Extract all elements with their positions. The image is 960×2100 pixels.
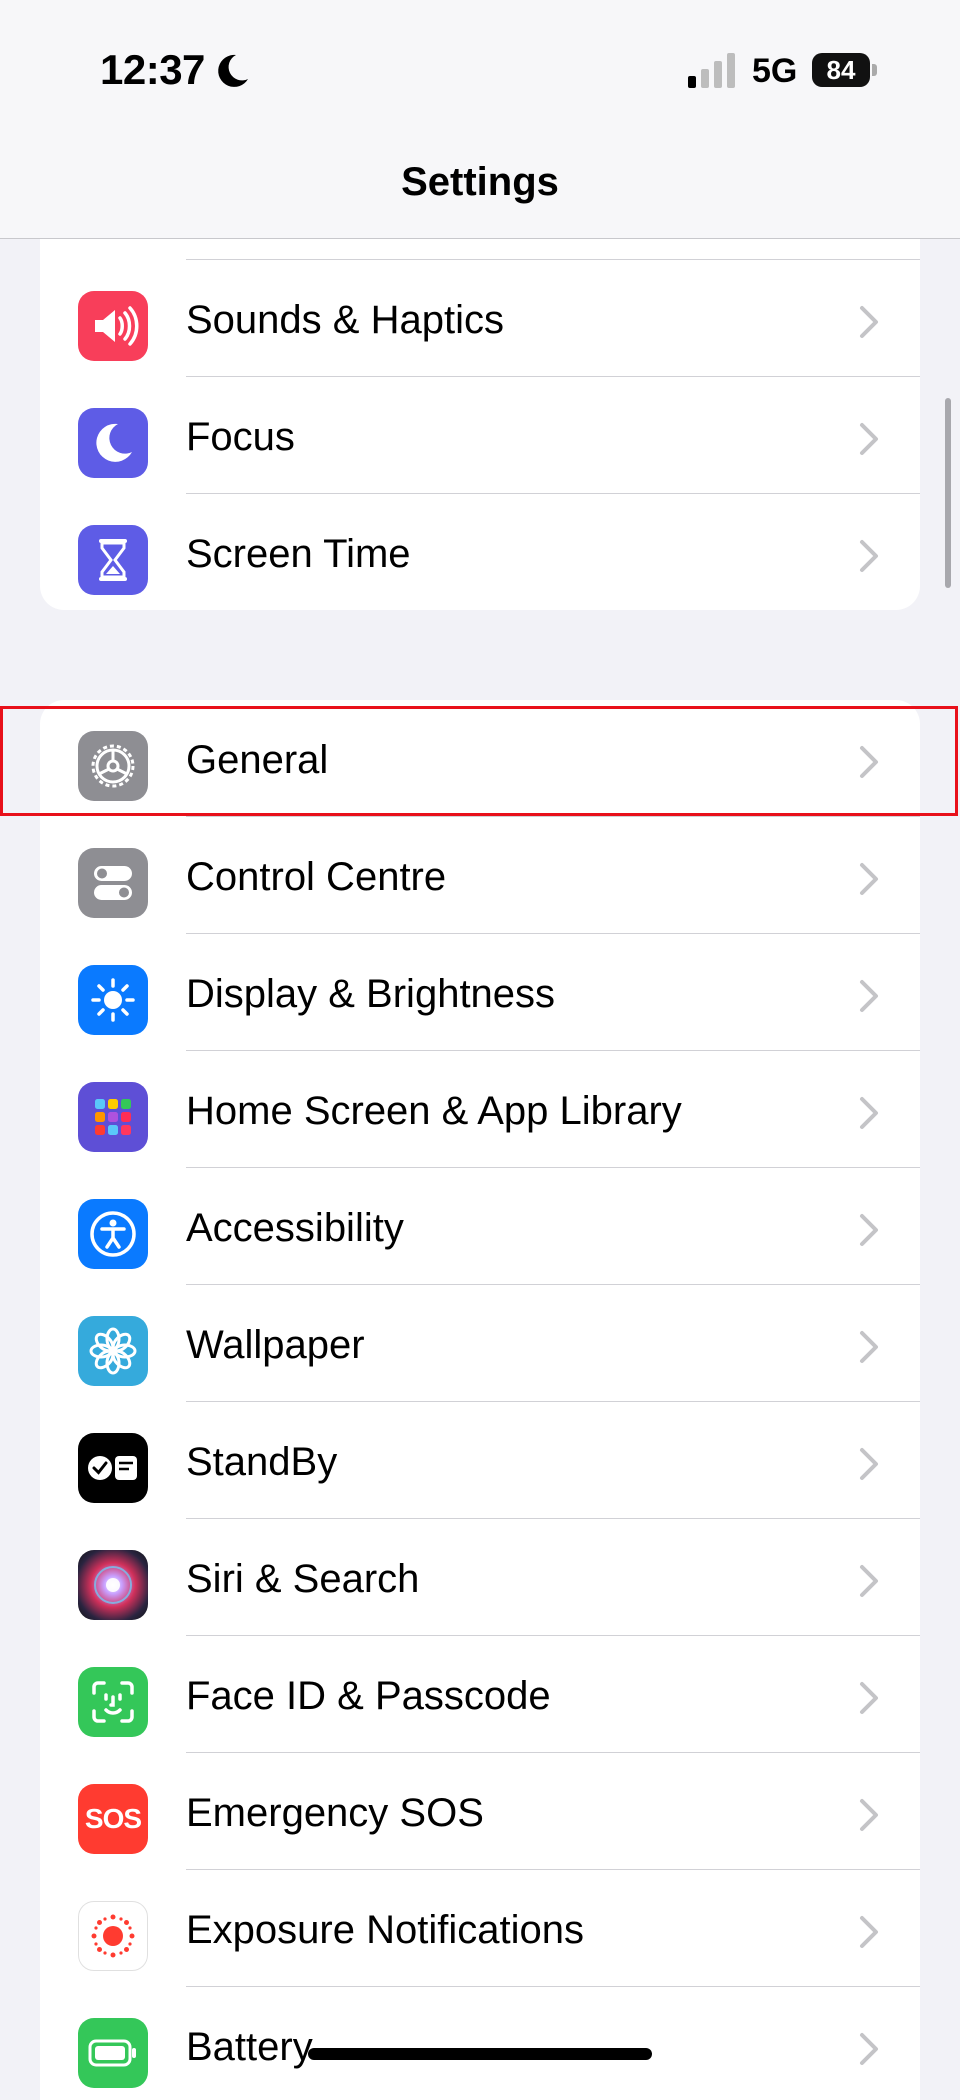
sidebar-item-wallpaper[interactable]: Wallpaper [40,1285,920,1402]
sos-icon: SOS [78,1784,148,1854]
chevron-right-icon [860,1799,878,1831]
sidebar-item-accessibility[interactable]: Accessibility [40,1168,920,1285]
item-label: Battery [186,2025,313,2069]
item-label: Face ID & Passcode [186,1674,551,1718]
chevron-right-icon [860,1448,878,1480]
item-label: Wallpaper [186,1323,365,1367]
cellular-signal-icon [688,53,735,88]
chevron-right-icon [860,980,878,1012]
item-label: StandBy [186,1440,338,1484]
standby-icon [78,1433,148,1503]
battery-level: 84 [826,55,856,85]
sidebar-item-exposure-notifications[interactable]: Exposure Notifications [40,1870,920,1987]
chevron-right-icon [860,306,878,338]
scroll-indicator[interactable] [945,398,951,588]
status-time: 12:37 [100,46,205,93]
chevron-right-icon [860,1916,878,1948]
sidebar-item-standby[interactable]: StandBy [40,1402,920,1519]
page-title: Settings [401,160,559,204]
settings-group-2: General Control Centre Display & Brightn… [40,700,920,2100]
sos-icon-text: SOS [84,1803,142,1834]
exposure-icon [78,1901,148,1971]
chevron-right-icon [860,2033,878,2065]
flower-icon [78,1316,148,1386]
sidebar-item-screen-time[interactable]: Screen Time [40,494,920,610]
item-label: Emergency SOS [186,1791,484,1835]
network-type: 5G [752,52,798,90]
status-bar: 12:37 5G 84 [0,0,960,140]
item-label: Screen Time [186,532,411,576]
sidebar-item-siri-search[interactable]: Siri & Search [40,1519,920,1636]
sidebar-item-emergency-sos[interactable]: SOS Emergency SOS [40,1753,920,1870]
chevron-right-icon [860,1214,878,1246]
chevron-right-icon [860,540,878,572]
accessibility-icon [78,1199,148,1269]
item-label: Exposure Notifications [186,1908,584,1952]
chevron-right-icon [860,423,878,455]
chevron-right-icon [860,1097,878,1129]
item-label: Focus [186,415,295,459]
sidebar-item-home-screen[interactable]: Home Screen & App Library [40,1051,920,1168]
item-label: Sounds & Haptics [186,298,504,342]
siri-icon [78,1550,148,1620]
item-label: Control Centre [186,855,447,899]
chevron-right-icon [860,1565,878,1597]
sidebar-item-battery[interactable]: Battery [40,1987,920,2100]
item-label: Display & Brightness [186,972,556,1016]
sidebar-item-face-id[interactable]: Face ID & Passcode [40,1636,920,1753]
highlight-box [0,706,958,816]
chevron-right-icon [860,1682,878,1714]
speaker-icon [78,291,148,361]
moon-icon [78,408,148,478]
moon-icon [218,54,248,87]
sidebar-item-control-centre[interactable]: Control Centre [40,817,920,934]
toggles-icon [78,848,148,918]
battery-indicator: 84 [812,53,878,87]
chevron-right-icon [860,863,878,895]
battery-icon [78,2018,148,2088]
sidebar-item-sounds-haptics[interactable]: Sounds & Haptics [40,260,920,377]
hourglass-icon [78,525,148,595]
home-indicator[interactable] [308,2048,652,2060]
settings-group-1: Sounds & Haptics Focus Screen Time [40,200,920,610]
sidebar-item-focus[interactable]: Focus [40,377,920,494]
item-label: Home Screen & App Library [186,1089,682,1133]
item-label: Siri & Search [186,1557,420,1601]
item-label: Accessibility [186,1206,404,1250]
sidebar-item-display-brightness[interactable]: Display & Brightness [40,934,920,1051]
chevron-right-icon [860,1331,878,1363]
app-grid-icon [78,1082,148,1152]
sun-icon [78,965,148,1035]
faceid-icon [78,1667,148,1737]
